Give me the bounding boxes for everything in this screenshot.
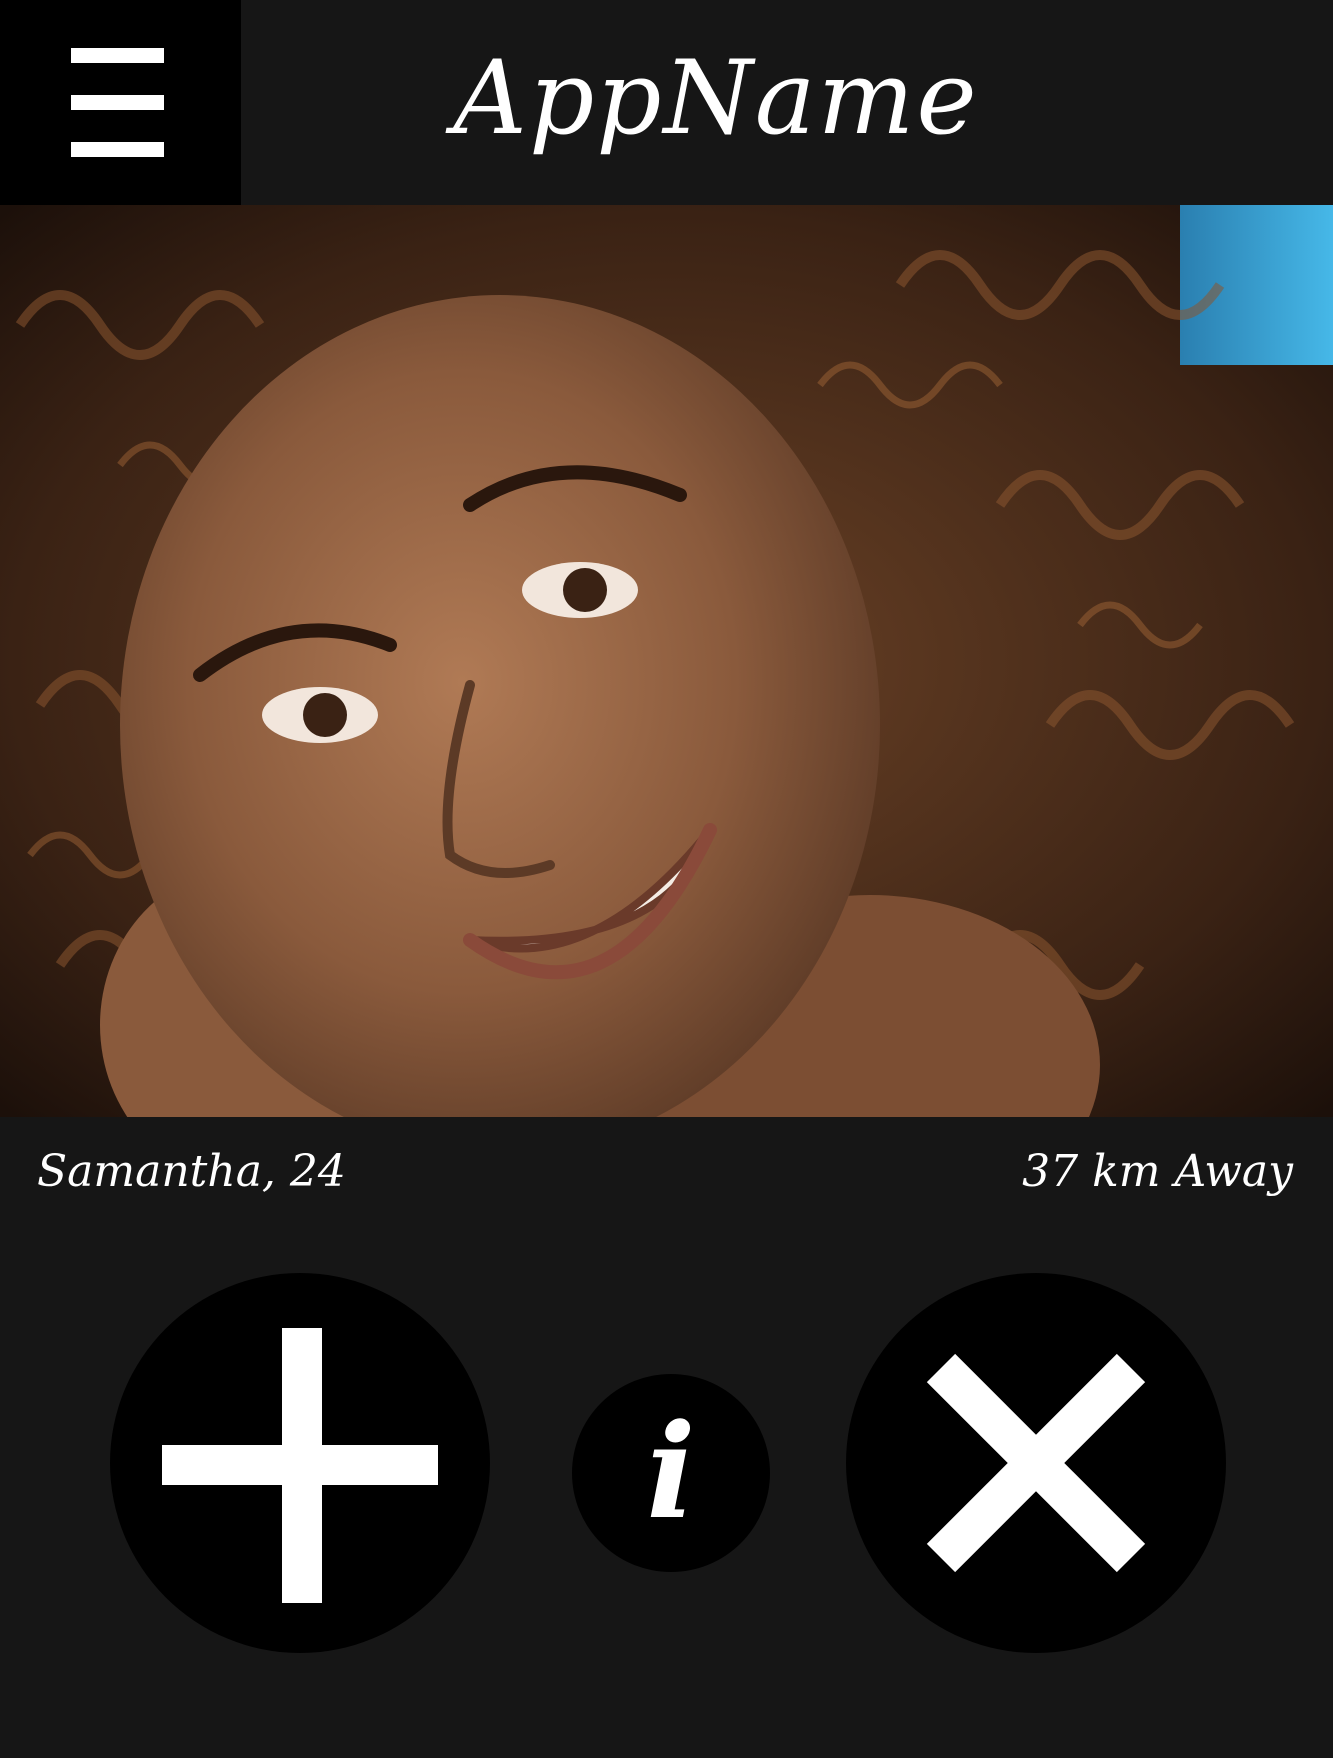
- close-icon: [926, 1353, 1146, 1573]
- like-button[interactable]: [110, 1273, 490, 1653]
- profile-name-age: Samantha, 24: [37, 1146, 346, 1197]
- app-title: AppName: [453, 39, 979, 158]
- profile-photo-illustration: [0, 205, 1333, 1117]
- info-icon: i: [646, 1395, 696, 1548]
- hamburger-menu-icon-bar-2: [71, 95, 164, 110]
- app-header: AppName: [0, 0, 1333, 205]
- profile-info-row: Samantha, 24 37 km Away: [0, 1117, 1333, 1232]
- hamburger-menu-button[interactable]: [0, 0, 241, 205]
- profile-distance: 37 km Away: [1022, 1146, 1293, 1197]
- profile-photo[interactable]: [0, 205, 1333, 1117]
- hamburger-menu-icon-bar-3: [71, 142, 164, 157]
- info-button[interactable]: i: [572, 1374, 770, 1572]
- dislike-button[interactable]: [846, 1273, 1226, 1653]
- hamburger-menu-icon: [71, 48, 164, 63]
- plus-icon: [162, 1328, 438, 1603]
